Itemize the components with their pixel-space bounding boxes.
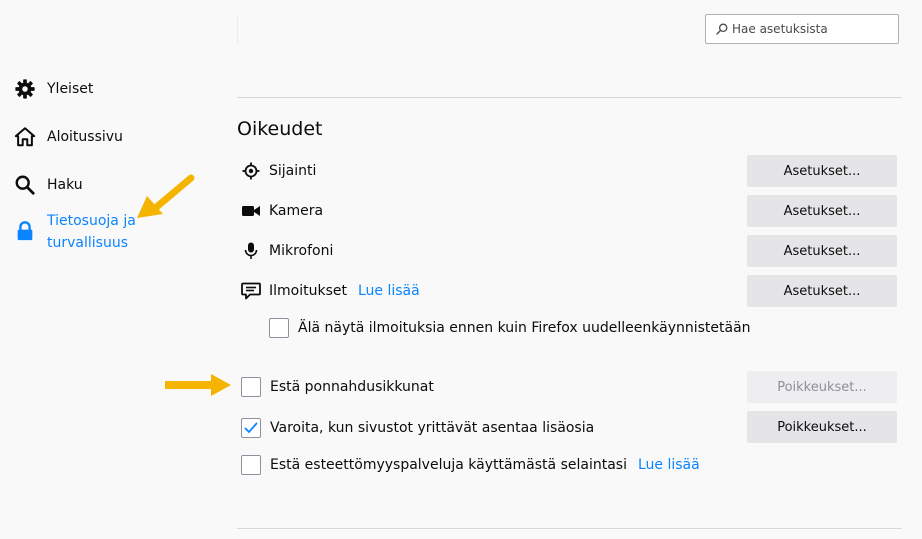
- block-accessibility-row: Estä esteettömyyspalveluja käyttämästä s…: [241, 455, 700, 475]
- permission-row-microphone: Mikrofoni: [241, 241, 333, 261]
- permission-label: Sijainti: [269, 163, 317, 179]
- gear-icon: [14, 78, 36, 100]
- permission-row-camera: Kamera: [241, 201, 323, 221]
- lock-icon: [14, 220, 36, 242]
- section-divider-top: [237, 97, 902, 98]
- section-title: Oikeudet: [237, 118, 323, 140]
- sidebar-item-label: Haku: [47, 177, 83, 193]
- addon-exceptions-button[interactable]: Poikkeukset...: [747, 411, 897, 443]
- camera-settings-button[interactable]: Asetukset...: [747, 195, 897, 227]
- block-popups-row: Estä ponnahdusikkunat: [241, 377, 434, 397]
- search-icon: [14, 174, 36, 196]
- sidebar-item-home[interactable]: Aloitussivu: [14, 126, 123, 148]
- warn-addons-row: Varoita, kun sivustot yrittävät asentaa …: [241, 418, 594, 438]
- notifications-learn-more-link[interactable]: Lue lisää: [358, 283, 420, 299]
- search-icon: [716, 23, 728, 35]
- warn-addons-label: Varoita, kun sivustot yrittävät asentaa …: [270, 420, 595, 436]
- sidebar-item-general[interactable]: Yleiset: [14, 78, 93, 100]
- notification-icon: [241, 281, 261, 301]
- camera-icon: [241, 201, 261, 221]
- search-box[interactable]: [705, 14, 899, 44]
- microphone-icon: [241, 241, 261, 261]
- block-popups-checkbox[interactable]: [241, 377, 261, 397]
- search-input[interactable]: [732, 22, 892, 36]
- permission-label: Mikrofoni: [269, 243, 334, 259]
- sidebar-item-search[interactable]: Haku: [14, 174, 83, 196]
- permission-row-notifications: Ilmoitukset Lue lisää: [241, 281, 420, 301]
- sidebar-item-label: Yleiset: [47, 81, 94, 97]
- annotation-arrow-popup-icon: [165, 374, 231, 396]
- popup-exceptions-button[interactable]: Poikkeukset...: [747, 371, 897, 403]
- section-divider-bottom: [237, 528, 902, 529]
- permission-label: Kamera: [269, 203, 324, 219]
- block-accessibility-label: Estä esteettömyyspalveluja käyttämästä s…: [270, 457, 627, 473]
- location-icon: [241, 161, 261, 181]
- sidebar-item-label-line2: turvallisuus: [47, 235, 128, 251]
- checkmark-icon: [244, 422, 258, 433]
- permission-row-location: Sijainti: [241, 161, 316, 181]
- accessibility-learn-more-link[interactable]: Lue lisää: [638, 457, 700, 473]
- notification-pause-row: Älä näytä ilmoituksia ennen kuin Firefox…: [269, 318, 751, 338]
- block-popups-label: Estä ponnahdusikkunat: [270, 379, 434, 395]
- microphone-settings-button[interactable]: Asetukset...: [747, 235, 897, 267]
- sidebar-item-label: Tietosuoja ja turvallisuus: [47, 210, 136, 254]
- annotation-arrow-sidebar-icon: [137, 174, 195, 218]
- sidebar-item-label: Aloitussivu: [47, 129, 123, 145]
- sidebar-item-label-line1: Tietosuoja ja: [47, 213, 136, 229]
- block-accessibility-checkbox[interactable]: [241, 455, 261, 475]
- header-divider: [237, 14, 238, 44]
- notification-pause-checkbox[interactable]: [269, 318, 289, 338]
- notification-pause-label: Älä näytä ilmoituksia ennen kuin Firefox…: [298, 320, 751, 336]
- notifications-settings-button[interactable]: Asetukset...: [747, 275, 897, 307]
- permission-label: Ilmoitukset: [269, 283, 347, 299]
- sidebar-item-privacy-security[interactable]: Tietosuoja ja turvallisuus: [14, 210, 136, 254]
- home-icon: [14, 126, 36, 148]
- warn-addons-checkbox[interactable]: [241, 418, 261, 438]
- location-settings-button[interactable]: Asetukset...: [747, 155, 897, 187]
